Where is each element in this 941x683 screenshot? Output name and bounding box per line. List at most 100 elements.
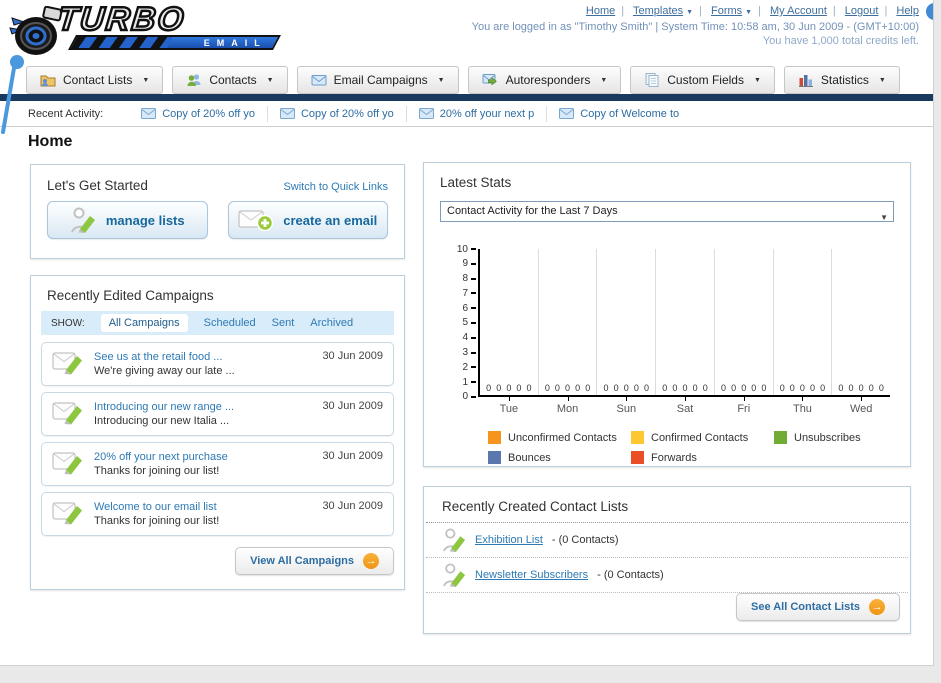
recent-activity-item[interactable]: 20% off your next p: [405, 105, 547, 122]
arrow-circle-icon: →: [869, 599, 885, 615]
top-link-my-account[interactable]: My Account: [770, 5, 827, 17]
campaign-item[interactable]: Welcome to our email list Thanks for joi…: [41, 492, 394, 536]
top-link-templates[interactable]: Templates ▼: [633, 5, 693, 17]
show-label: SHOW:: [51, 317, 85, 329]
chart-y-axis: 10 9 8 7 6 5 4 3 2 1 0: [436, 244, 476, 402]
campaign-date: 30 Jun 2009: [322, 400, 383, 412]
envelope-icon: [141, 108, 157, 119]
stats-period-select[interactable]: Contact Activity for the Last 7 Days ▼: [440, 201, 894, 222]
legend-swatch: [488, 451, 501, 464]
view-all-campaigns-button[interactable]: View All Campaigns →: [235, 547, 394, 575]
chevron-down-icon: ▼: [878, 76, 886, 84]
y-axis-tick: 0: [436, 391, 476, 402]
filter-sent[interactable]: Sent: [272, 317, 295, 329]
pages-icon: [645, 73, 659, 87]
top-link-home[interactable]: Home: [586, 5, 615, 17]
recent-activity-item[interactable]: Copy of Welcome to: [546, 105, 691, 122]
arrow-circle-icon: →: [363, 553, 379, 569]
envelope-arrow-icon: [482, 73, 497, 85]
navy-divider: [0, 94, 933, 101]
person-pencil-icon: [442, 528, 466, 552]
top-link-logout[interactable]: Logout: [845, 5, 879, 17]
x-axis-label: Sun: [616, 403, 637, 415]
y-axis-tick: 10: [436, 244, 476, 255]
get-started-panel: Let's Get Started Switch to Quick Links …: [30, 164, 405, 259]
contact-list-item[interactable]: Newsletter Subscribers - (0 Contacts): [426, 558, 908, 593]
chevron-down-icon: ▼: [266, 76, 274, 84]
campaign-subtitle: Thanks for joining our list!: [94, 465, 220, 477]
top-link-forms[interactable]: Forms ▼: [711, 5, 752, 17]
tab-contacts[interactable]: Contacts ▼: [172, 66, 288, 94]
email-edit-icon: [52, 348, 84, 381]
chart-plot: 0 0 0 0 0 Tue 0 0 0 0 0 Mon 0 0 0 0 0 Sun 0 0 0 0 0 Sat 0 0 0 0 0 Fri…: [478, 249, 890, 415]
campaign-list: See us at the retail food ... We're givi…: [41, 342, 394, 542]
main-nav-tabs: Contact Lists ▼ Contacts ▼ Email Campaig…: [26, 66, 933, 94]
latest-stats-title: Latest Stats: [440, 175, 512, 190]
chart-day-group: 0 0 0 0 0 Wed: [832, 249, 890, 415]
campaign-item[interactable]: See us at the retail food ... We're givi…: [41, 342, 394, 386]
contact-list-count: - (0 Contacts): [597, 569, 664, 581]
chevron-down-icon: ▼: [753, 76, 761, 84]
email-edit-icon: [52, 448, 84, 481]
filter-archived[interactable]: Archived: [310, 317, 353, 329]
tab-autoresponders[interactable]: Autoresponders ▼: [467, 66, 622, 94]
campaign-title-link[interactable]: Introducing our new range ...: [94, 401, 322, 413]
legend-item: Unconfirmed Contacts: [488, 431, 631, 444]
campaign-title-link[interactable]: 20% off your next purchase: [94, 451, 322, 463]
chart-value-labels: 00000: [838, 383, 884, 393]
tab-statistics[interactable]: Statistics ▼: [783, 66, 900, 94]
contact-list-link[interactable]: Exhibition List: [475, 534, 543, 546]
folder-contact-icon: [40, 75, 56, 87]
y-axis-tick: 8: [436, 273, 476, 284]
y-axis-tick: 1: [436, 377, 476, 388]
contact-list-link[interactable]: Newsletter Subscribers: [475, 569, 588, 581]
email-edit-icon: [52, 498, 84, 531]
chart-day-group: 0 0 0 0 0 Fri: [715, 249, 774, 415]
y-axis-tick: 4: [436, 332, 476, 343]
link-separator: |: [884, 5, 888, 17]
turbo-email-logo: TURBO EMAIL: [8, 0, 281, 58]
filter-all-campaigns[interactable]: All Campaigns: [100, 314, 188, 332]
tab-custom-fields[interactable]: Custom Fields ▼: [630, 66, 775, 94]
logo-pin-decoration: [1, 55, 24, 134]
contact-list-item[interactable]: Exhibition List - (0 Contacts): [426, 523, 908, 558]
chart-value-labels: 00000: [544, 383, 591, 393]
chart-legend: Unconfirmed Contacts Confirmed Contacts Un…: [488, 431, 918, 464]
chevron-down-icon: ▼: [437, 76, 445, 84]
legend-swatch: [488, 431, 501, 444]
campaign-title-link[interactable]: See us at the retail food ...: [94, 351, 322, 363]
person-pencil-icon: [70, 207, 95, 233]
get-started-title: Let's Get Started: [47, 178, 148, 193]
y-axis-tick: 2: [436, 362, 476, 373]
logo-email-bar: EMAIL: [68, 35, 281, 50]
manage-lists-button[interactable]: manage lists: [47, 201, 208, 239]
legend-item: Forwards: [631, 451, 774, 464]
create-email-button[interactable]: create an email: [227, 201, 388, 239]
help-bubble-icon[interactable]: [926, 3, 933, 20]
people-icon: [187, 74, 201, 86]
filter-scheduled[interactable]: Scheduled: [204, 317, 256, 329]
y-axis-tick: 5: [436, 317, 476, 328]
recent-activity-item[interactable]: Copy of 20% off yo: [266, 105, 406, 122]
top-link-help[interactable]: Help: [896, 5, 919, 17]
x-axis-label: Fri: [737, 403, 751, 415]
campaign-subtitle: We're giving away our late ...: [94, 365, 235, 377]
tab-label: Custom Fields: [667, 73, 744, 87]
tab-contact-lists[interactable]: Contact Lists ▼: [26, 66, 164, 94]
credits-info: You have 1,000 total credits left.: [762, 35, 919, 47]
see-all-contact-lists-button[interactable]: See All Contact Lists →: [735, 593, 900, 621]
y-axis-tick: 3: [436, 347, 476, 358]
recent-activity-item[interactable]: Copy of 20% off yo: [129, 106, 267, 122]
chevron-down-icon: ▼: [600, 76, 608, 84]
recent-activity-bar: Recent Activity: Copy of 20% off yo Copy…: [0, 101, 933, 127]
tab-email-campaigns[interactable]: Email Campaigns ▼: [296, 66, 459, 94]
link-separator: |: [621, 5, 625, 17]
switch-quick-links[interactable]: Switch to Quick Links: [283, 181, 388, 193]
envelope-icon: [311, 75, 327, 86]
campaign-item[interactable]: Introducing our new range ... Introducin…: [41, 392, 394, 436]
chart-value-labels: 00000: [486, 383, 532, 393]
campaign-title-link[interactable]: Welcome to our email list: [94, 501, 322, 513]
campaign-item[interactable]: 20% off your next purchase Thanks for jo…: [41, 442, 394, 486]
x-axis-label: Sat: [676, 403, 694, 415]
email-edit-icon: [52, 398, 84, 431]
